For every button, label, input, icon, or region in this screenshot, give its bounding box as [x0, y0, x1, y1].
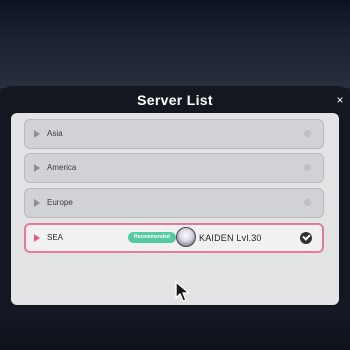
background-top [0, 0, 350, 88]
play-arrow-icon [34, 164, 40, 172]
radio-dot-icon [304, 130, 311, 137]
radio-dot-icon [304, 164, 311, 171]
player-name-level: KAIDEN Lvl.30 [199, 233, 262, 243]
play-arrow-icon [34, 199, 40, 207]
server-name: SEA [47, 233, 64, 242]
mouse-cursor-icon [175, 281, 193, 308]
close-icon[interactable]: × [332, 92, 348, 108]
recommended-badge: Recommended [128, 232, 176, 243]
check-icon [300, 232, 312, 244]
dialog-title: Server List [137, 92, 213, 108]
server-name: Asia [47, 129, 63, 138]
avatar-icon [176, 227, 196, 247]
server-row-asia[interactable]: Asia [24, 119, 324, 149]
server-row-america[interactable]: America [24, 153, 324, 183]
server-name: America [47, 163, 77, 172]
server-row-sea[interactable]: SEA Recommended KAIDEN Lvl.30 [24, 223, 324, 253]
server-row-europe[interactable]: Europe [24, 188, 324, 218]
server-name: Europe [47, 198, 73, 207]
background-bottom [0, 305, 350, 350]
radio-dot-icon [304, 199, 311, 206]
server-list-panel: Asia America Europe SEA Recommended KAID… [11, 113, 339, 305]
play-arrow-icon [34, 130, 40, 138]
play-arrow-icon [34, 234, 40, 242]
